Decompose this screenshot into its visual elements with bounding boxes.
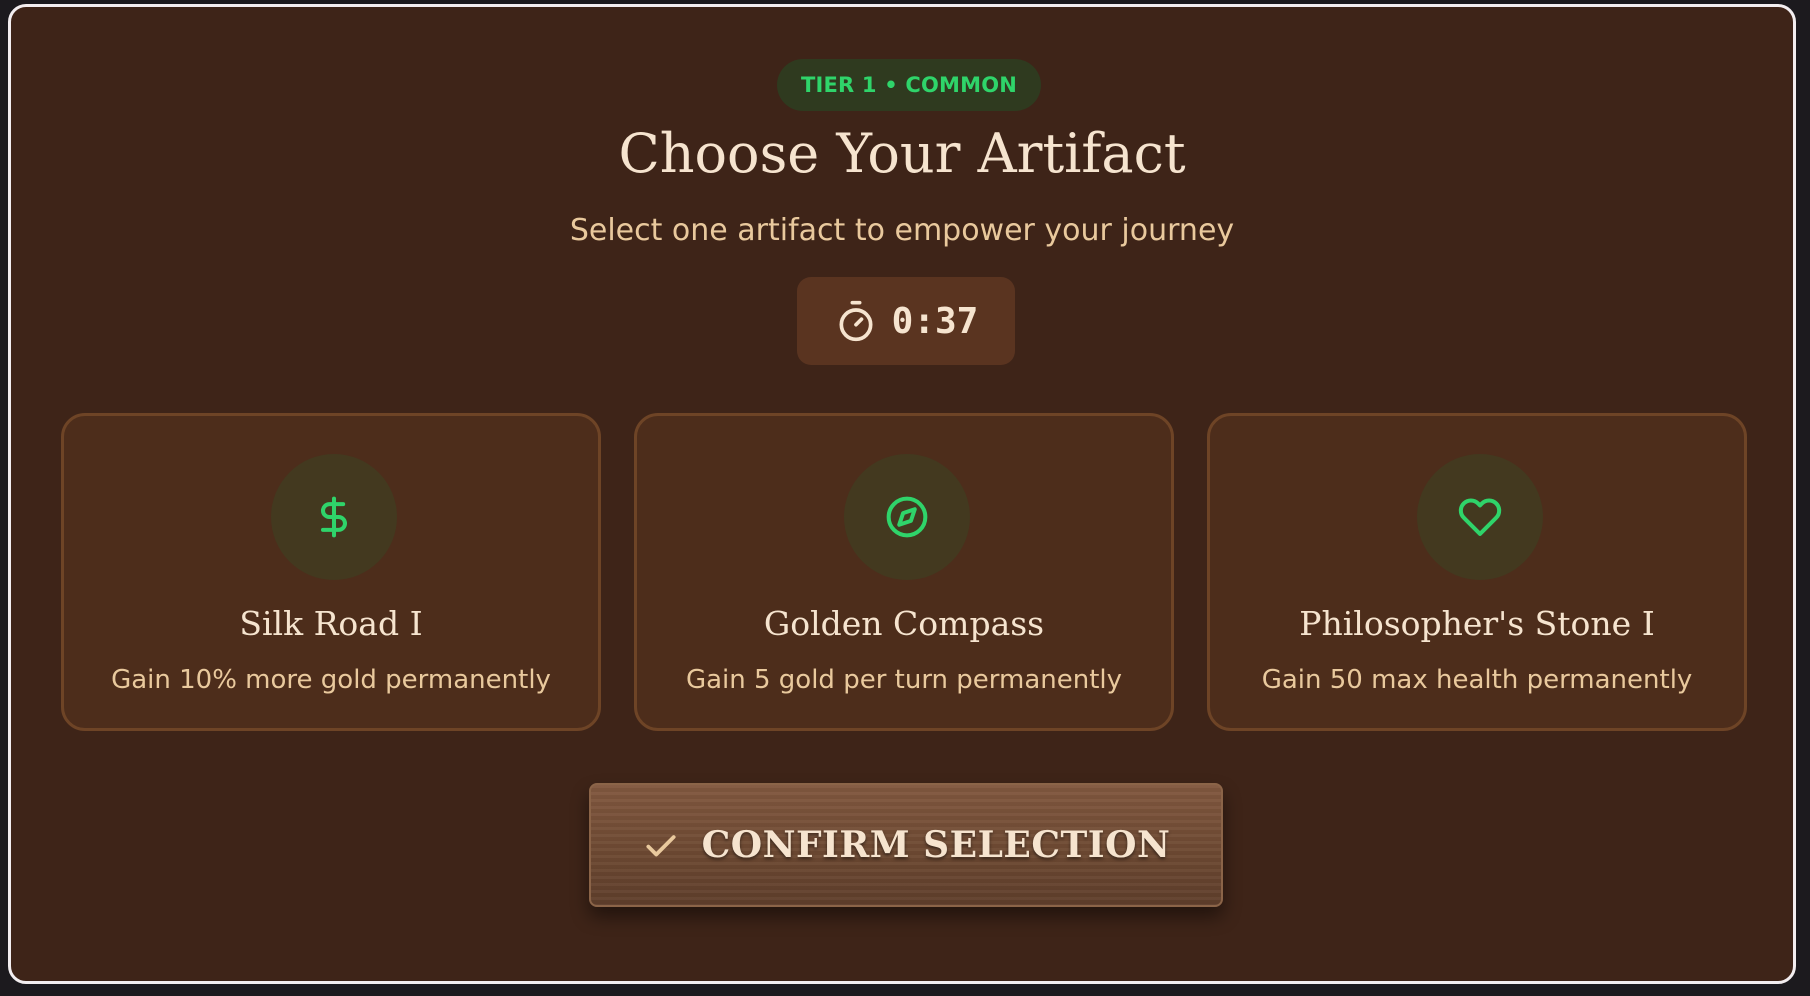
confirm-button-label: CONFIRM SELECTION bbox=[701, 824, 1171, 866]
stopwatch-icon bbox=[834, 299, 878, 343]
artifact-name: Golden Compass bbox=[763, 604, 1045, 643]
artifact-icon-badge bbox=[844, 454, 970, 580]
timer-value: 0:37 bbox=[891, 300, 979, 342]
artifact-selection-panel: TIER 1 • COMMON Choose Your Artifact Sel… bbox=[8, 4, 1796, 984]
artifact-icon-badge bbox=[271, 454, 397, 580]
compass-icon bbox=[885, 495, 929, 539]
artifact-icon-badge bbox=[1417, 454, 1543, 580]
artifact-description: Gain 5 gold per turn permanently bbox=[685, 665, 1123, 695]
page-subtitle: Select one artifact to empower your jour… bbox=[569, 213, 1235, 248]
heart-icon bbox=[1458, 495, 1502, 539]
artifact-card-golden-compass[interactable]: Golden Compass Gain 5 gold per turn perm… bbox=[634, 413, 1174, 731]
artifact-card-philosophers-stone[interactable]: Philosopher's Stone I Gain 50 max health… bbox=[1207, 413, 1747, 731]
check-icon bbox=[642, 826, 680, 864]
confirm-selection-button[interactable]: CONFIRM SELECTION bbox=[589, 783, 1223, 907]
artifact-description: Gain 10% more gold permanently bbox=[111, 665, 551, 695]
artifact-name: Silk Road I bbox=[239, 604, 423, 643]
page-title: Choose Your Artifact bbox=[618, 122, 1186, 185]
artifact-card-silk-road[interactable]: Silk Road I Gain 10% more gold permanent… bbox=[61, 413, 601, 731]
artifact-name: Philosopher's Stone I bbox=[1299, 604, 1655, 643]
artifact-description: Gain 50 max health permanently bbox=[1261, 665, 1693, 695]
dollar-icon bbox=[312, 495, 356, 539]
countdown-timer: 0:37 bbox=[797, 277, 1015, 365]
tier-badge: TIER 1 • COMMON bbox=[777, 59, 1041, 111]
